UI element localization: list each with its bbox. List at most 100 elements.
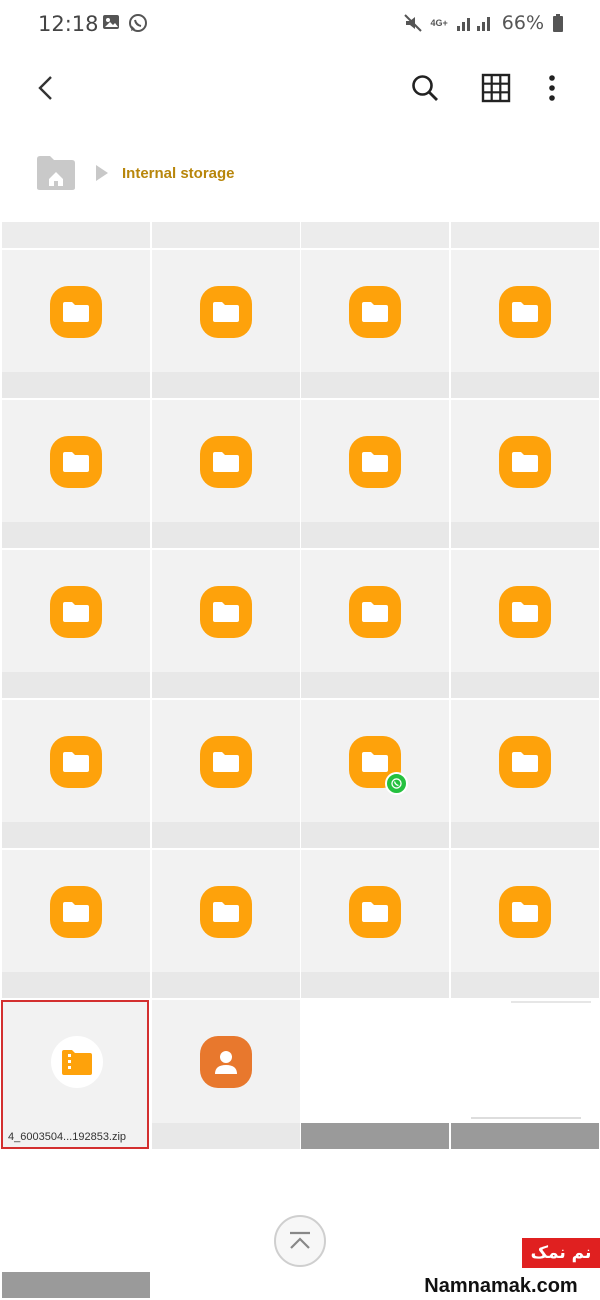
item-label-strip (2, 522, 150, 548)
folder-item[interactable] (451, 700, 599, 848)
folder-item[interactable] (2, 850, 150, 998)
whatsapp-icon (129, 14, 147, 32)
item-label-strip (451, 372, 599, 398)
item-label-strip (152, 972, 300, 998)
grid-header-strip (301, 222, 449, 248)
folder-item[interactable] (152, 850, 300, 998)
more-options-button[interactable] (534, 70, 570, 106)
item-label-strip (301, 972, 449, 998)
item-label-strip (152, 1123, 300, 1149)
folder-item[interactable] (2, 250, 150, 398)
folder-icon (50, 286, 102, 338)
document-thumbnail-item[interactable] (451, 1000, 599, 1149)
folder-icon (349, 286, 401, 338)
folder-item[interactable] (2, 400, 150, 548)
scroll-to-top-button[interactable] (274, 1215, 326, 1267)
contact-icon (200, 1036, 252, 1088)
home-folder-icon[interactable] (36, 155, 76, 191)
item-label-strip (152, 672, 300, 698)
item-label-strip (152, 522, 300, 548)
grid-header-strip (2, 222, 150, 248)
grid-view-button[interactable] (478, 70, 514, 106)
item-label-strip (2, 822, 150, 848)
folder-icon (200, 886, 252, 938)
back-button[interactable] (28, 70, 64, 106)
gallery-icon (103, 15, 119, 29)
item-label-strip (2, 372, 150, 398)
folder-item[interactable] (2, 700, 150, 848)
item-label-strip (152, 372, 300, 398)
item-label-strip (301, 1123, 449, 1149)
folder-icon (499, 286, 551, 338)
folder-item[interactable] (152, 250, 300, 398)
archive-icon (51, 1036, 103, 1088)
whatsapp-badge-icon (385, 772, 408, 795)
image-thumbnail-item[interactable] (301, 1000, 449, 1149)
watermark-brand: نم نمک (522, 1238, 600, 1268)
folder-item[interactable] (451, 850, 599, 998)
zip-file-item[interactable]: 4_6003504...192853.zip (1, 1000, 149, 1149)
image-thumbnail-item[interactable] (2, 1150, 150, 1298)
item-label-strip (451, 1123, 599, 1149)
toolbar (0, 58, 600, 118)
network-type: 4G+ (430, 17, 448, 28)
folder-icon (499, 736, 551, 788)
breadcrumb-location[interactable]: Internal storage (122, 165, 235, 182)
item-label-strip (301, 822, 449, 848)
folder-icon (200, 286, 252, 338)
item-label-strip (301, 372, 449, 398)
item-label-strip (451, 672, 599, 698)
folder-icon (50, 586, 102, 638)
folder-icon (349, 436, 401, 488)
item-label-strip (451, 822, 599, 848)
folder-icon (499, 586, 551, 638)
mute-icon (403, 14, 422, 32)
folder-item[interactable] (301, 250, 449, 398)
folder-item[interactable] (152, 550, 300, 698)
folder-icon (50, 736, 102, 788)
breadcrumb-separator (96, 165, 108, 181)
folder-icon (50, 436, 102, 488)
folder-icon (349, 586, 401, 638)
item-label-strip (301, 672, 449, 698)
folder-item[interactable] (451, 550, 599, 698)
notification-icons (102, 13, 148, 33)
folder-item[interactable] (301, 400, 449, 548)
item-label-strip (451, 972, 599, 998)
folder-icon (499, 886, 551, 938)
folder-icon (200, 436, 252, 488)
watermark-url: Namnamak.com (402, 1272, 600, 1300)
folder-item[interactable] (301, 850, 449, 998)
item-label-strip (301, 522, 449, 548)
folder-icon (200, 586, 252, 638)
item-label-strip (2, 672, 150, 698)
folder-item[interactable] (301, 550, 449, 698)
folder-item[interactable] (152, 400, 300, 548)
folder-icon (349, 886, 401, 938)
folder-item[interactable] (451, 250, 599, 398)
battery-percent: 66% (501, 12, 544, 34)
search-icon (412, 75, 438, 101)
scroll-to-top-icon (290, 1231, 310, 1249)
folder-icon (200, 736, 252, 788)
folder-item[interactable] (152, 700, 300, 848)
search-button[interactable] (407, 70, 443, 106)
folder-item[interactable] (301, 700, 449, 848)
more-icon (549, 75, 555, 101)
status-bar: 12:18 4G+ 66% (0, 0, 600, 48)
item-label-strip (152, 822, 300, 848)
signal-icon (456, 17, 490, 31)
grid-header-strip (451, 222, 599, 248)
folder-item[interactable] (451, 400, 599, 548)
item-label-strip (2, 972, 150, 998)
contacts-file-item[interactable] (152, 1000, 300, 1149)
item-label-strip (2, 1272, 150, 1298)
item-label-strip (451, 522, 599, 548)
folder-icon (50, 886, 102, 938)
zip-file-name: 4_6003504...192853.zip (8, 1131, 127, 1143)
folder-item[interactable] (2, 550, 150, 698)
status-right: 4G+ 66% (403, 12, 565, 34)
grid-view-icon (481, 73, 511, 103)
status-time: 12:18 (38, 12, 99, 36)
back-icon (38, 76, 52, 100)
